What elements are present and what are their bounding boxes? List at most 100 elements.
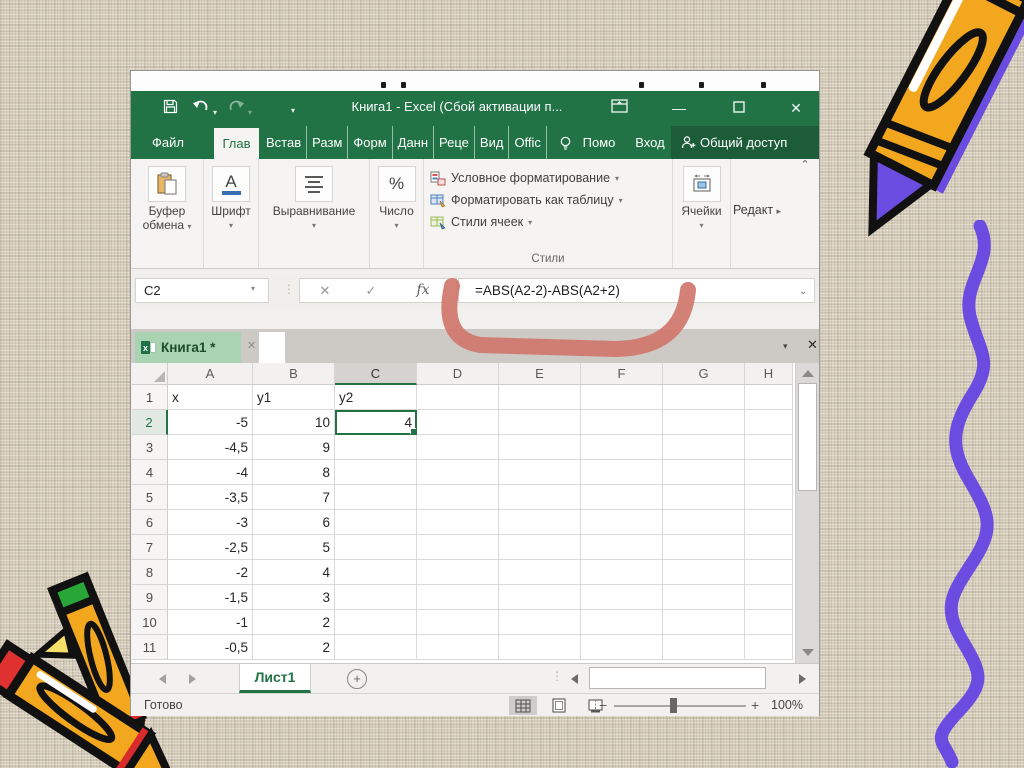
- tab-5[interactable]: Реце: [434, 126, 475, 159]
- tab-strip-close-icon[interactable]: ✕: [807, 337, 818, 353]
- cell-F2[interactable]: [581, 410, 663, 435]
- formula-bar-splitter[interactable]: ⋮: [283, 282, 295, 296]
- zoom-slider-knob[interactable]: [670, 698, 677, 713]
- cell-H6[interactable]: [745, 510, 793, 535]
- cell-H9[interactable]: [745, 585, 793, 610]
- workbook-tab-close-icon[interactable]: ✕: [247, 339, 256, 352]
- tab-1[interactable]: Встав: [261, 126, 308, 159]
- cell-F7[interactable]: [581, 535, 663, 560]
- column-header-F[interactable]: F: [581, 363, 663, 385]
- cell-B3[interactable]: 9: [253, 435, 335, 460]
- tab-6[interactable]: Вид: [475, 126, 510, 159]
- cell-G6[interactable]: [663, 510, 745, 535]
- collapse-ribbon-chevron[interactable]: ⌃: [797, 159, 813, 173]
- cell-F1[interactable]: [581, 385, 663, 410]
- cell-A3[interactable]: -4,5: [168, 435, 253, 460]
- cell-C2[interactable]: 4: [335, 410, 417, 435]
- group-editing[interactable]: Редакт ▸: [731, 159, 819, 268]
- cell-F10[interactable]: [581, 610, 663, 635]
- cell-E7[interactable]: [499, 535, 581, 560]
- cell-E10[interactable]: [499, 610, 581, 635]
- cell-styles-item[interactable]: Стили ячеек ▾: [424, 211, 672, 233]
- tab-tellme[interactable]: Помо: [577, 126, 621, 159]
- name-box-caret[interactable]: ▾: [251, 284, 255, 293]
- cell-C3[interactable]: [335, 435, 417, 460]
- cell-F11[interactable]: [581, 635, 663, 660]
- format-as-table-item-caret[interactable]: ▾: [619, 196, 623, 205]
- cell-C9[interactable]: [335, 585, 417, 610]
- scroll-up-arrow[interactable]: [802, 370, 814, 377]
- row-header-11[interactable]: 11: [132, 635, 168, 660]
- column-header-G[interactable]: G: [663, 363, 745, 385]
- column-header-B[interactable]: B: [253, 363, 335, 385]
- vertical-scroll-thumb[interactable]: [798, 383, 817, 491]
- group-number[interactable]: % Число ▾: [370, 159, 424, 268]
- group-alignment[interactable]: Выравнивание ▾: [259, 159, 370, 268]
- cell-C8[interactable]: [335, 560, 417, 585]
- cell-A8[interactable]: -2: [168, 560, 253, 585]
- cells-caret[interactable]: ▾: [673, 221, 730, 230]
- cell-F5[interactable]: [581, 485, 663, 510]
- cell-A1[interactable]: x: [168, 385, 253, 410]
- scroll-down-arrow[interactable]: [802, 649, 814, 656]
- conditional-formatting-item[interactable]: Условное форматирование ▾: [424, 167, 672, 189]
- undo-dropdown-caret[interactable]: ▾: [213, 103, 217, 123]
- cancel-icon[interactable]: ✕: [310, 279, 340, 302]
- cell-B5[interactable]: 7: [253, 485, 335, 510]
- horizontal-scrollbar[interactable]: [571, 667, 813, 690]
- cell-styles-item-caret[interactable]: ▾: [528, 218, 532, 227]
- row-header-2[interactable]: 2: [132, 410, 168, 435]
- column-header-D[interactable]: D: [417, 363, 499, 385]
- horizontal-scroll-thumb[interactable]: [589, 667, 766, 689]
- select-all-corner[interactable]: [132, 363, 168, 385]
- ribbon-display-options-icon[interactable]: [606, 98, 632, 118]
- row-header-10[interactable]: 10: [132, 610, 168, 635]
- cell-E8[interactable]: [499, 560, 581, 585]
- tab-file[interactable]: Файл: [143, 126, 193, 159]
- format-as-table-item[interactable]: Форматировать как таблицу ▾: [424, 189, 672, 211]
- cell-A2[interactable]: -5: [168, 410, 253, 435]
- group-font[interactable]: А Шрифт ▾: [204, 159, 259, 268]
- row-header-1[interactable]: 1: [132, 385, 168, 410]
- cell-C11[interactable]: [335, 635, 417, 660]
- redo-icon[interactable]: [228, 99, 244, 120]
- font-icon[interactable]: А: [212, 166, 250, 202]
- cell-B4[interactable]: 8: [253, 460, 335, 485]
- cell-F9[interactable]: [581, 585, 663, 610]
- cell-C1[interactable]: y2: [335, 385, 417, 410]
- cell-A6[interactable]: -3: [168, 510, 253, 535]
- minimize-button[interactable]: —: [666, 98, 692, 118]
- cell-H5[interactable]: [745, 485, 793, 510]
- cell-G9[interactable]: [663, 585, 745, 610]
- cell-D3[interactable]: [417, 435, 499, 460]
- cell-E1[interactable]: [499, 385, 581, 410]
- cell-C7[interactable]: [335, 535, 417, 560]
- vertical-scrollbar[interactable]: [795, 363, 819, 663]
- cell-H4[interactable]: [745, 460, 793, 485]
- zoom-out-button[interactable]: −: [599, 697, 607, 713]
- align-icon[interactable]: [295, 166, 333, 202]
- normal-view-icon[interactable]: [509, 696, 537, 715]
- font-caret[interactable]: ▾: [204, 221, 258, 230]
- cell-G5[interactable]: [663, 485, 745, 510]
- paste-icon[interactable]: [148, 166, 186, 202]
- tab-7[interactable]: Offic: [509, 126, 547, 159]
- alignment-caret[interactable]: ▾: [259, 221, 369, 230]
- number-caret[interactable]: ▾: [370, 221, 423, 230]
- cell-D8[interactable]: [417, 560, 499, 585]
- row-header-5[interactable]: 5: [132, 485, 168, 510]
- group-clipboard[interactable]: Буфер обмена ▾: [131, 159, 204, 268]
- fill-handle[interactable]: [410, 428, 416, 434]
- cell-E2[interactable]: [499, 410, 581, 435]
- sheet-tab-active[interactable]: Лист1: [239, 664, 311, 693]
- cell-C5[interactable]: [335, 485, 417, 510]
- cell-D2[interactable]: [417, 410, 499, 435]
- cell-E9[interactable]: [499, 585, 581, 610]
- percent-icon[interactable]: %: [377, 166, 416, 202]
- tab-2[interactable]: Разм: [307, 126, 349, 159]
- cell-D6[interactable]: [417, 510, 499, 535]
- qat-customize-caret[interactable]: ▾: [291, 101, 295, 121]
- cell-D4[interactable]: [417, 460, 499, 485]
- cell-F6[interactable]: [581, 510, 663, 535]
- cell-D9[interactable]: [417, 585, 499, 610]
